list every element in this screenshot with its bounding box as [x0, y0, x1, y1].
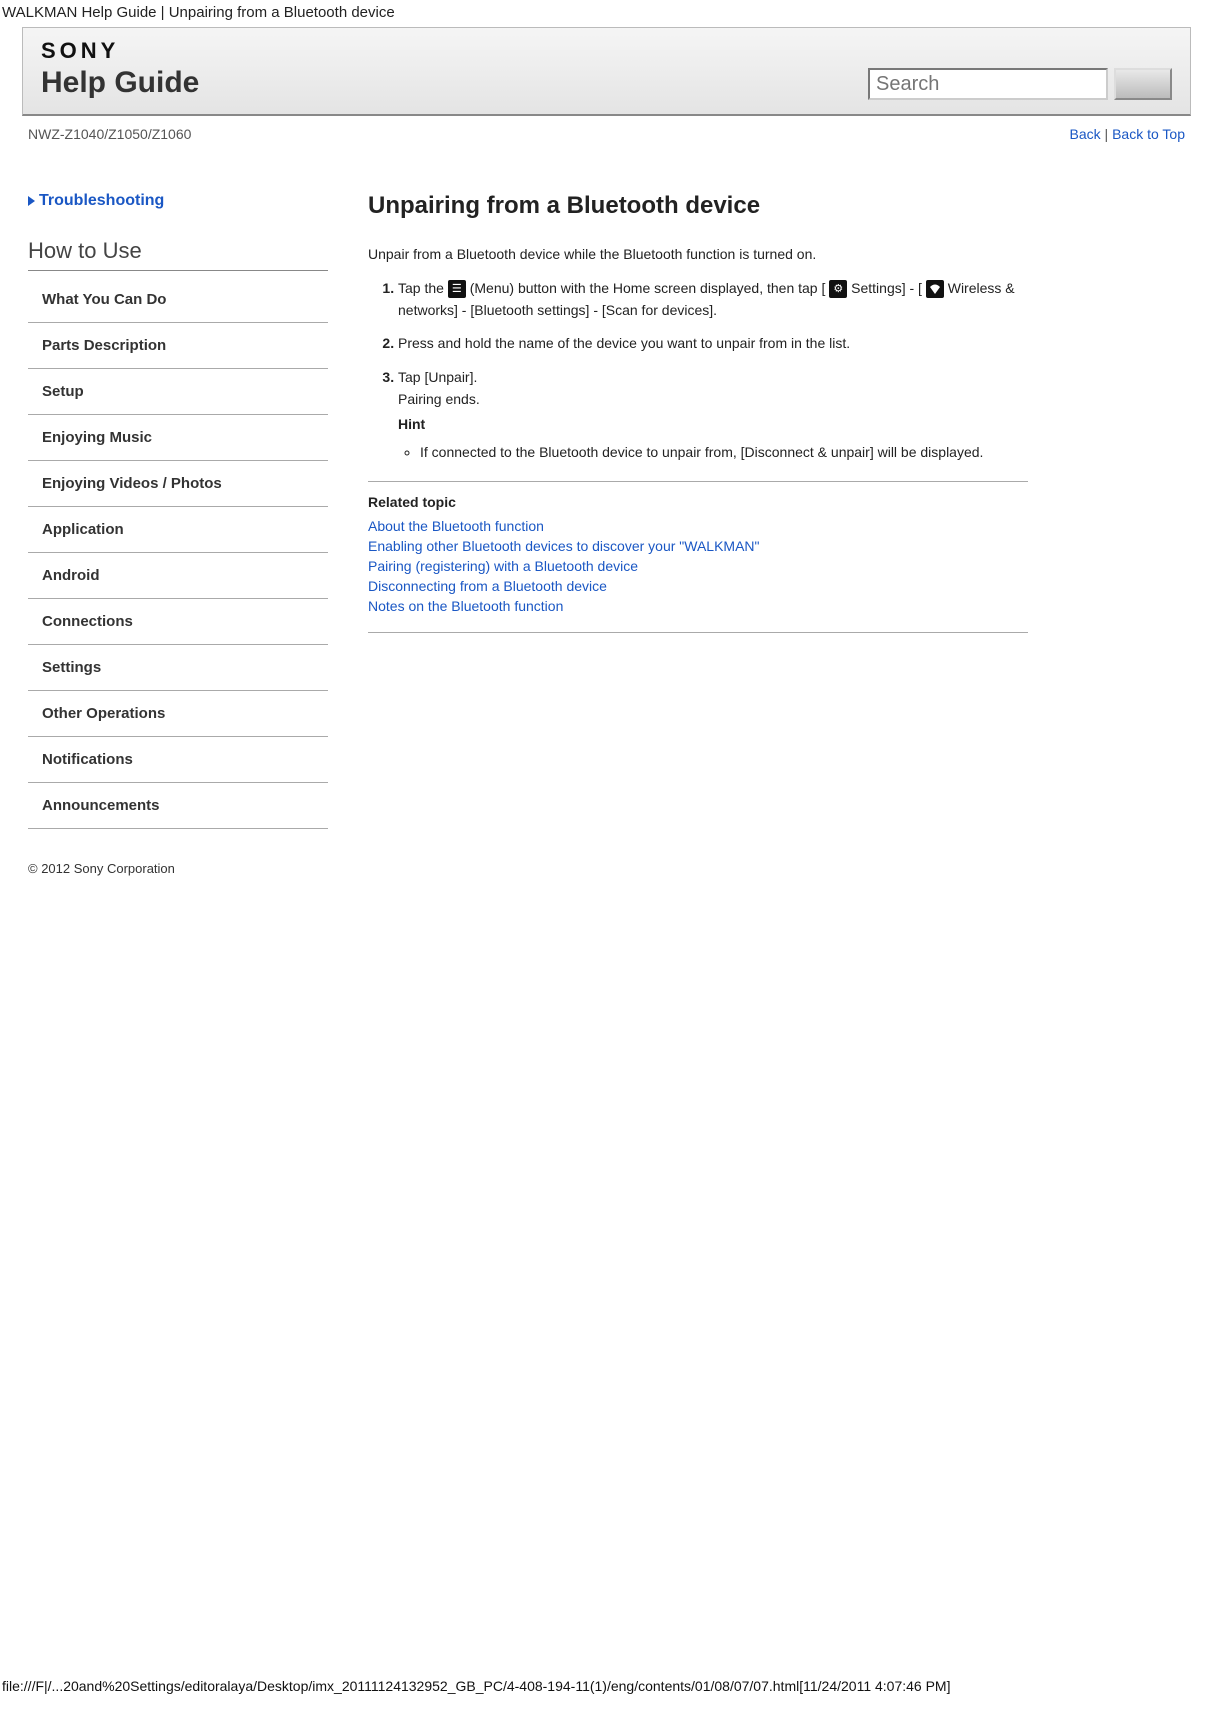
sidebar-item[interactable]: Enjoying Videos / Photos [28, 461, 328, 507]
step-text: Settings] - [ [851, 280, 922, 296]
browser-tab-title: WALKMAN Help Guide | Unpairing from a Bl… [0, 0, 1213, 23]
hint-item: If connected to the Bluetooth device to … [420, 442, 1028, 463]
sidebar-item[interactable]: Other Operations [28, 691, 328, 737]
spacer [22, 916, 1191, 1676]
search-button[interactable] [1114, 68, 1172, 100]
separator: | [1101, 126, 1112, 142]
model-number: NWZ-Z1040/Z1050/Z1060 [28, 126, 191, 142]
search-input[interactable] [868, 68, 1108, 100]
troubleshooting-link[interactable]: Troubleshooting [28, 192, 328, 210]
hint-list: If connected to the Bluetooth device to … [398, 442, 1028, 463]
related-link[interactable]: Notes on the Bluetooth function [368, 598, 563, 614]
main-content: Unpairing from a Bluetooth device Unpair… [368, 192, 1028, 829]
divider [368, 632, 1028, 633]
sidebar-nav-list: What You Can Do Parts Description Setup … [28, 277, 328, 829]
hint-label: Hint [398, 414, 1028, 436]
step-text: Tap [Unpair]. [398, 369, 477, 385]
menu-icon: ☰ [448, 280, 466, 298]
sidebar-item[interactable]: Settings [28, 645, 328, 691]
search-form [868, 68, 1172, 100]
sub-bar: NWZ-Z1040/Z1050/Z1060 Back | Back to Top [22, 116, 1191, 142]
sidebar-item[interactable]: Announcements [28, 783, 328, 829]
back-to-top-link[interactable]: Back to Top [1112, 126, 1185, 142]
article-intro: Unpair from a Bluetooth device while the… [368, 246, 1028, 262]
troubleshooting-label: Troubleshooting [39, 192, 164, 210]
related-link[interactable]: About the Bluetooth function [368, 518, 544, 534]
step-text: Pairing ends. [398, 391, 480, 407]
related-link[interactable]: Disconnecting from a Bluetooth device [368, 578, 607, 594]
sidebar-item[interactable]: Notifications [28, 737, 328, 783]
sidebar: Troubleshooting How to Use What You Can … [28, 192, 328, 829]
related-topic-heading: Related topic [368, 494, 1028, 510]
sidebar-item[interactable]: Setup [28, 369, 328, 415]
step-text: Tap the [398, 280, 448, 296]
wireless-icon [926, 280, 944, 298]
back-link[interactable]: Back [1070, 126, 1101, 142]
back-links: Back | Back to Top [1070, 126, 1185, 142]
settings-icon: ⚙ [829, 280, 847, 298]
sidebar-item[interactable]: Application [28, 507, 328, 553]
sidebar-item[interactable]: Android [28, 553, 328, 599]
brand-block: SONY Help Guide [41, 38, 199, 100]
page-title: Help Guide [41, 66, 199, 100]
related-link[interactable]: Pairing (registering) with a Bluetooth d… [368, 558, 638, 574]
step-text: (Menu) button with the Home screen displ… [470, 280, 826, 296]
step-item: Tap the ☰ (Menu) button with the Home sc… [398, 278, 1028, 321]
steps-list: Tap the ☰ (Menu) button with the Home sc… [368, 278, 1028, 463]
step-item: Press and hold the name of the device yo… [398, 333, 1028, 355]
copyright: © 2012 Sony Corporation [22, 849, 1191, 916]
sidebar-item[interactable]: What You Can Do [28, 277, 328, 323]
sidebar-heading: How to Use [28, 238, 328, 271]
related-topic-list: About the Bluetooth function Enabling ot… [368, 518, 1028, 614]
sidebar-item[interactable]: Enjoying Music [28, 415, 328, 461]
step-item: Tap [Unpair]. Pairing ends. Hint If conn… [398, 367, 1028, 463]
related-link[interactable]: Enabling other Bluetooth devices to disc… [368, 538, 760, 554]
divider [368, 481, 1028, 482]
sony-logo: SONY [41, 38, 199, 64]
sidebar-item[interactable]: Connections [28, 599, 328, 645]
article-title: Unpairing from a Bluetooth device [368, 192, 1028, 220]
footer-url: file:///F|/...20and%20Settings/editorala… [0, 1676, 1213, 1700]
header: SONY Help Guide [22, 27, 1191, 116]
sidebar-item[interactable]: Parts Description [28, 323, 328, 369]
